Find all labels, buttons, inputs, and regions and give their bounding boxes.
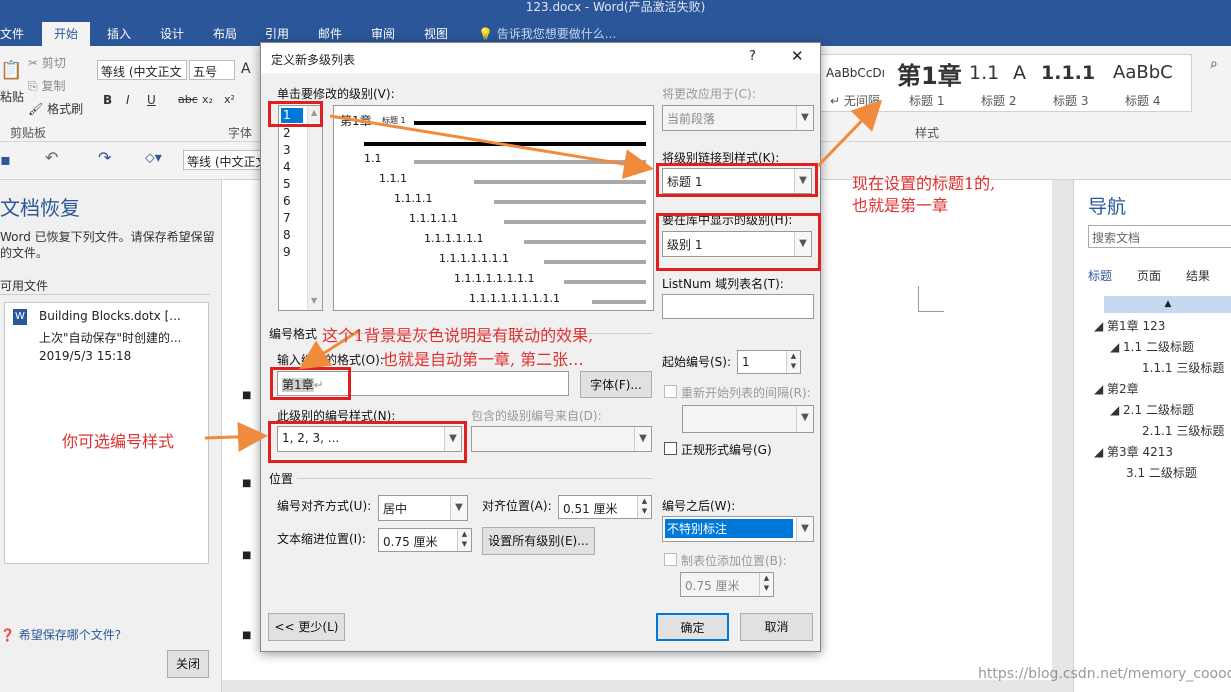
watermark: https://blog.csdn.net/memory_coood xyxy=(978,666,1231,682)
annotation-number-style: 你可选编号样式 xyxy=(62,432,175,451)
arrow-annotation-to-style xyxy=(204,421,268,452)
annotation-linked-line1: 这个1背景是灰色说明是有联动的效果, xyxy=(322,326,594,345)
arrow-annotation-to-heading1 xyxy=(816,99,883,168)
annotation-heading1-line2: 也就是第一章 xyxy=(852,196,949,215)
annotation-linked-line2: 也就是自动第一章, 第二张... xyxy=(382,350,584,369)
annotation-heading1-line1: 现在设置的标题1的, xyxy=(852,174,996,193)
annotation-arrows xyxy=(204,99,883,452)
arrow-level-to-style xyxy=(329,114,654,179)
